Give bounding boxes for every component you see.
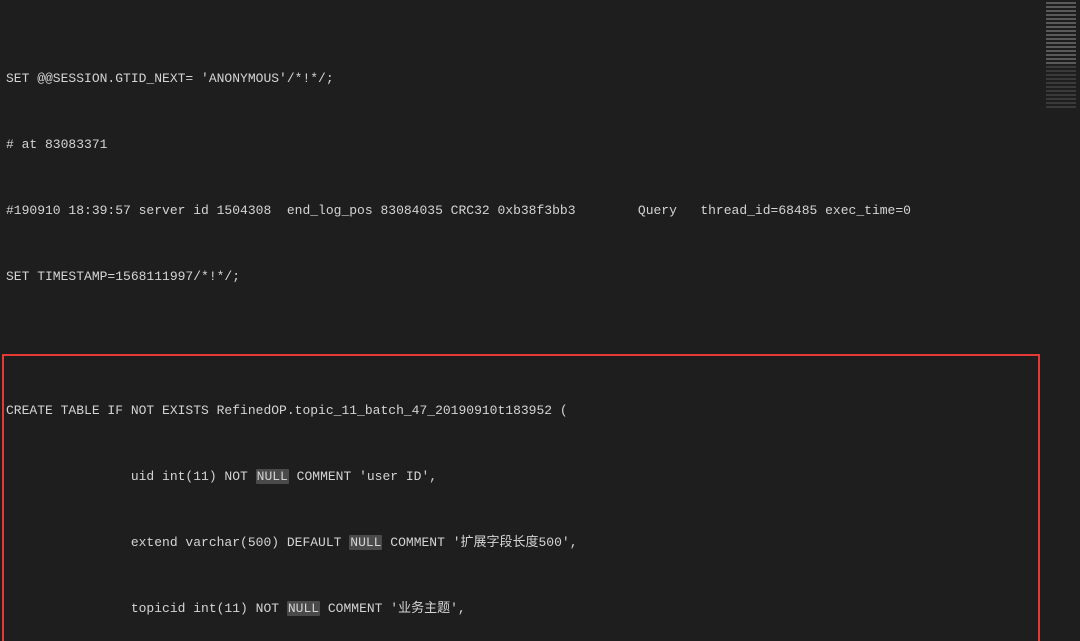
log-line: SET @@SESSION.GTID_NEXT= 'ANONYMOUS'/*!*… [6, 68, 1036, 90]
highlight-box-create-table: CREATE TABLE IF NOT EXISTS RefinedOP.top… [2, 354, 1040, 641]
log-line: # at 83083371 [6, 134, 1036, 156]
log-line: extend varchar(500) DEFAULT NULL COMMENT… [6, 532, 1036, 554]
minimap[interactable] [1042, 0, 1080, 641]
log-line: uid int(11) NOT NULL COMMENT 'user ID', [6, 466, 1036, 488]
log-line: topicid int(11) NOT NULL COMMENT '业务主题', [6, 598, 1036, 620]
log-line: CREATE TABLE IF NOT EXISTS RefinedOP.top… [6, 400, 1036, 422]
log-line: SET TIMESTAMP=1568111997/*!*/; [6, 266, 1036, 288]
binlog-output: SET @@SESSION.GTID_NEXT= 'ANONYMOUS'/*!*… [0, 0, 1042, 641]
log-line: #190910 18:39:57 server id 1504308 end_l… [6, 200, 1036, 222]
